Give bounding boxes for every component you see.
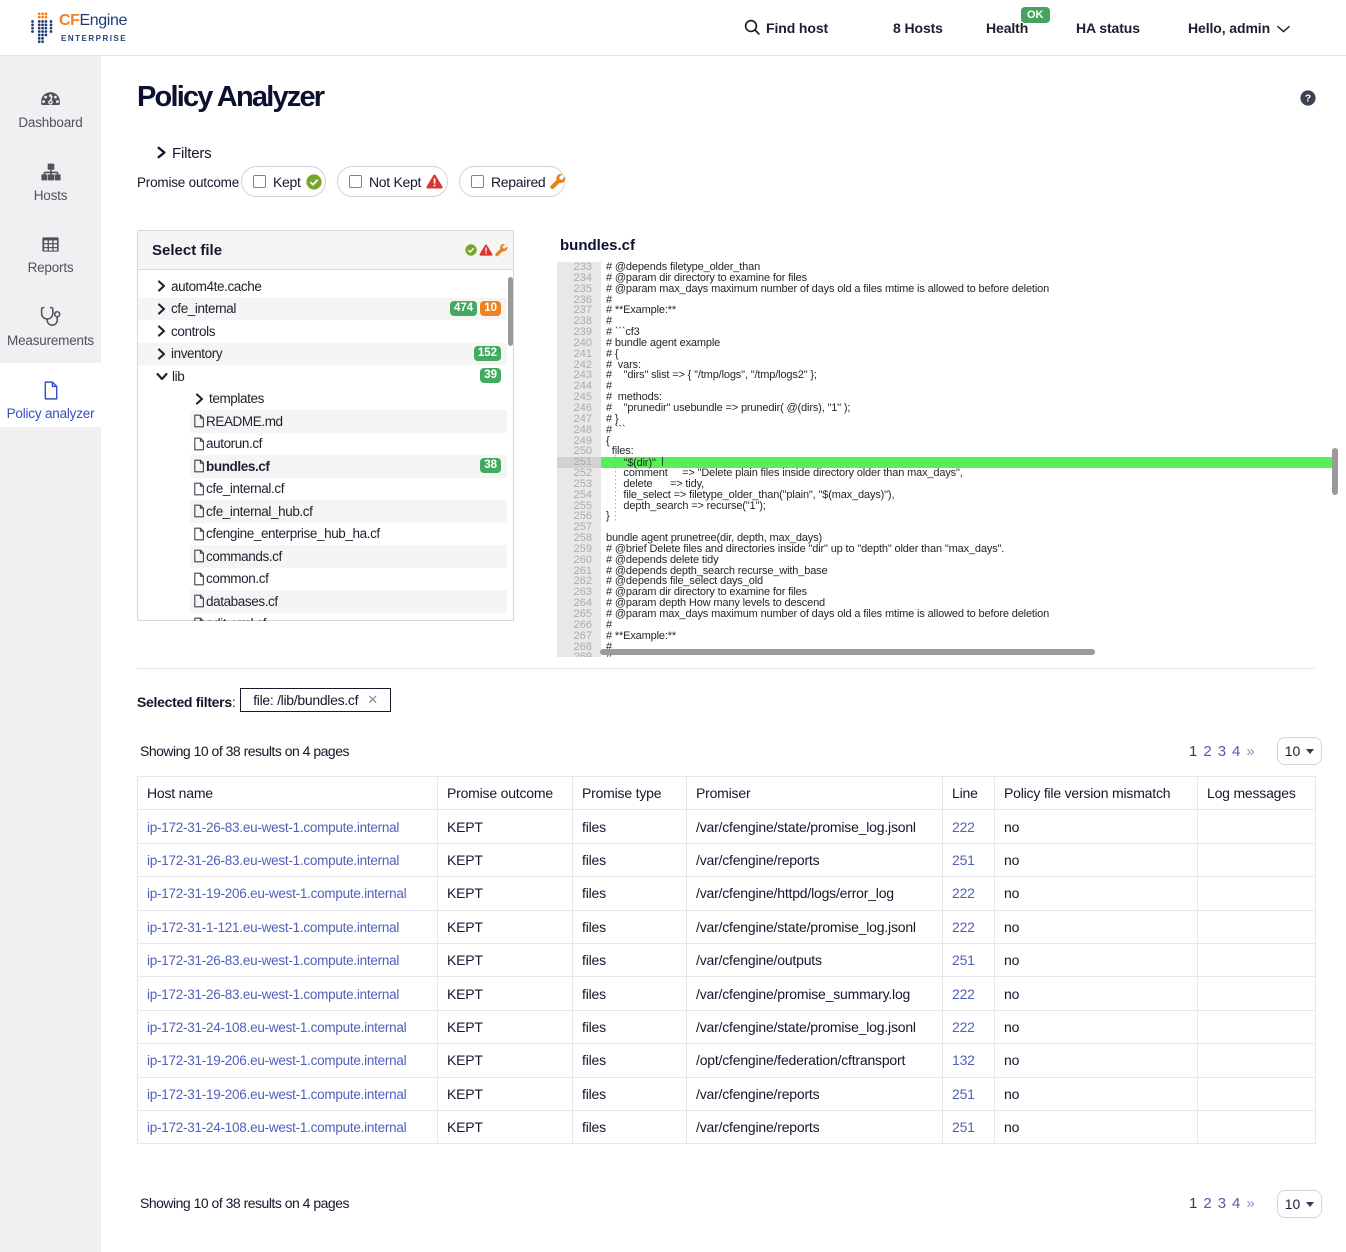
svg-text:?: ? xyxy=(1305,93,1311,105)
